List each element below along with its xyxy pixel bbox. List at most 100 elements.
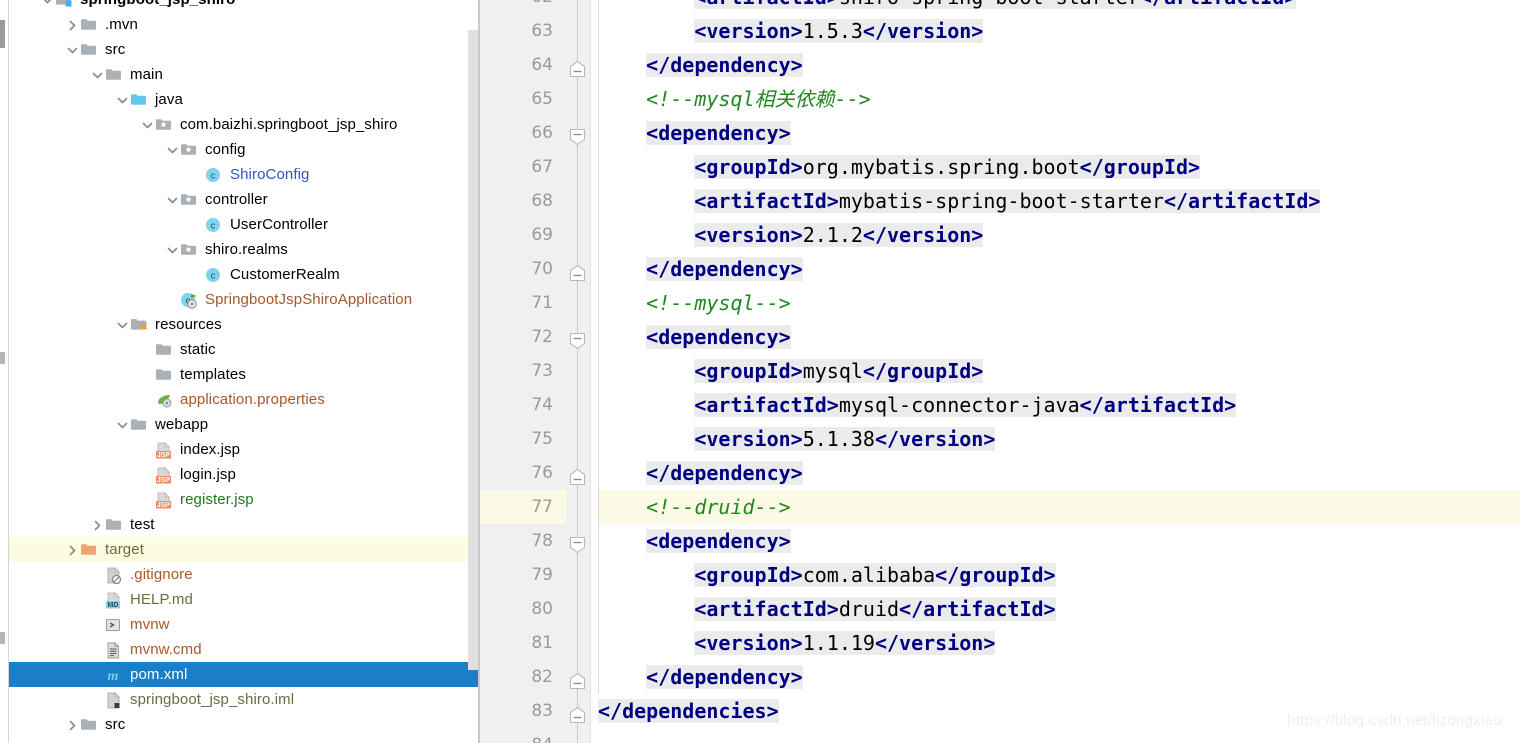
fold-gutter[interactable] xyxy=(566,252,590,286)
code-text[interactable]: <groupId>org.mybatis.spring.boot</groupI… xyxy=(598,150,1201,184)
tree-item-mvnw[interactable]: mvnw xyxy=(9,612,480,637)
editor-line[interactable]: 77 <!--druid--> xyxy=(480,490,1520,524)
fold-gutter[interactable] xyxy=(566,388,590,422)
fold-gutter[interactable] xyxy=(566,422,590,456)
chevron-down-icon[interactable] xyxy=(39,0,55,12)
code-text[interactable]: <version>2.1.2</version> xyxy=(598,218,984,252)
editor-line[interactable]: 65 <!--mysql相关依赖--> xyxy=(480,82,1520,116)
code-text[interactable]: <dependency> xyxy=(598,320,791,354)
tree-vertical-scrollbar[interactable] xyxy=(468,30,478,670)
fold-gutter[interactable] xyxy=(566,558,590,592)
editor-line[interactable]: 69 <version>2.1.2</version> xyxy=(480,218,1520,252)
tree-item-login-jsp[interactable]: JSP login.jsp xyxy=(9,462,480,487)
fold-gutter[interactable] xyxy=(566,116,590,150)
chevron-down-icon[interactable] xyxy=(64,37,80,62)
chevron-down-icon[interactable] xyxy=(164,237,180,262)
chevron-down-icon[interactable] xyxy=(164,137,180,162)
tree-item-pom-xml[interactable]: m pom.xml xyxy=(9,662,480,687)
chevron-down-icon[interactable] xyxy=(114,412,130,437)
tree-item-mvn[interactable]: .mvn xyxy=(9,12,480,37)
fold-gutter[interactable] xyxy=(566,354,590,388)
code-text[interactable]: </dependency> xyxy=(598,456,803,490)
code-text[interactable]: </dependencies> xyxy=(598,694,779,728)
tree-item-index-jsp[interactable]: JSP index.jsp xyxy=(9,437,480,462)
editor-line[interactable]: 64 </dependency> xyxy=(480,48,1520,82)
fold-gutter[interactable] xyxy=(566,660,590,694)
fold-gutter[interactable] xyxy=(566,286,590,320)
project-tree-panel[interactable]: springboot_jsp_shiro.mvnsrcmainjavacom.b… xyxy=(0,0,480,743)
tree-item-src[interactable]: src xyxy=(9,712,480,737)
chevron-down-icon[interactable] xyxy=(139,112,155,137)
fold-gutter[interactable] xyxy=(566,184,590,218)
tree-item-src[interactable]: src xyxy=(9,37,480,62)
code-text[interactable]: <artifactId>druid</artifactId> xyxy=(598,592,1056,626)
tree-item-springboot-jsp-shiro-iml[interactable]: springboot_jsp_shiro.iml xyxy=(9,687,480,712)
editor-line[interactable]: 72 <dependency> xyxy=(480,320,1520,354)
code-text[interactable]: <!--druid--> xyxy=(598,490,791,524)
fold-gutter[interactable] xyxy=(566,14,590,48)
editor-line[interactable]: 75 <version>5.1.38</version> xyxy=(480,422,1520,456)
tree-item-templates[interactable]: templates xyxy=(9,362,480,387)
code-text[interactable]: <!--mysql相关依赖--> xyxy=(598,82,871,116)
code-text[interactable]: <version>5.1.38</version> xyxy=(598,422,996,456)
editor-line[interactable]: 74 <artifactId>mysql-connector-java</art… xyxy=(480,388,1520,422)
tree-item-static[interactable]: static xyxy=(9,337,480,362)
tree-item-customerrealm[interactable]: c CustomerRealm xyxy=(9,262,480,287)
fold-gutter[interactable] xyxy=(566,218,590,252)
tree-item-gitignore[interactable]: .gitignore xyxy=(9,562,480,587)
tree-item-target[interactable]: target xyxy=(9,537,480,562)
editor-line[interactable]: 73 <groupId>mysql</groupId> xyxy=(480,354,1520,388)
tree-item-usercontroller[interactable]: c UserController xyxy=(9,212,480,237)
code-text[interactable]: <version>1.5.3</version> xyxy=(598,14,984,48)
chevron-down-icon[interactable] xyxy=(89,62,105,87)
fold-gutter[interactable] xyxy=(566,592,590,626)
fold-gutter[interactable] xyxy=(566,728,590,743)
fold-gutter[interactable] xyxy=(566,456,590,490)
project-tree-list[interactable]: springboot_jsp_shiro.mvnsrcmainjavacom.b… xyxy=(9,0,480,737)
tree-item-main[interactable]: main xyxy=(9,62,480,87)
code-text[interactable]: <groupId>com.alibaba</groupId> xyxy=(598,558,1056,592)
chevron-down-icon[interactable] xyxy=(114,87,130,112)
editor-line[interactable]: 66 <dependency> xyxy=(480,116,1520,150)
tree-item-springboot-jsp-shiro[interactable]: springboot_jsp_shiro xyxy=(9,0,480,12)
chevron-right-icon[interactable] xyxy=(89,512,105,537)
tool-window-tab-marker-bottom[interactable] xyxy=(0,632,5,644)
code-text[interactable]: <artifactId>mysql-connector-java</artifa… xyxy=(598,388,1237,422)
tree-item-resources[interactable]: resources xyxy=(9,312,480,337)
tree-item-config[interactable]: config xyxy=(9,137,480,162)
tree-item-controller[interactable]: controller xyxy=(9,187,480,212)
tree-item-shiroconfig[interactable]: c ShiroConfig xyxy=(9,162,480,187)
editor-line[interactable]: 70 </dependency> xyxy=(480,252,1520,286)
fold-gutter[interactable] xyxy=(566,490,590,524)
editor-line[interactable]: 78 <dependency> xyxy=(480,524,1520,558)
editor-line[interactable]: 76 </dependency> xyxy=(480,456,1520,490)
code-text[interactable]: <dependency> xyxy=(598,524,791,558)
tree-item-mvnw-cmd[interactable]: mvnw.cmd xyxy=(9,637,480,662)
editor-line[interactable]: 81 <version>1.1.19</version> xyxy=(480,626,1520,660)
tree-item-shiro-realms[interactable]: shiro.realms xyxy=(9,237,480,262)
editor-line[interactable]: 63 <version>1.5.3</version> xyxy=(480,14,1520,48)
tool-window-tab-marker-top[interactable] xyxy=(0,20,5,48)
code-text[interactable]: </dependency> xyxy=(598,660,803,694)
code-editor[interactable]: 62 <artifactId>shiro-spring-boot-starter… xyxy=(480,0,1520,743)
tree-item-webapp[interactable]: webapp xyxy=(9,412,480,437)
fold-gutter[interactable] xyxy=(566,150,590,184)
chevron-right-icon[interactable] xyxy=(64,12,80,37)
editor-line[interactable]: 71 <!--mysql--> xyxy=(480,286,1520,320)
tree-item-java[interactable]: java xyxy=(9,87,480,112)
fold-gutter[interactable] xyxy=(566,320,590,354)
chevron-down-icon[interactable] xyxy=(164,187,180,212)
chevron-right-icon[interactable] xyxy=(64,537,80,562)
code-text[interactable]: <groupId>mysql</groupId> xyxy=(598,354,984,388)
fold-gutter[interactable] xyxy=(566,82,590,116)
editor-line[interactable]: 68 <artifactId>mybatis-spring-boot-start… xyxy=(480,184,1520,218)
chevron-right-icon[interactable] xyxy=(64,712,80,737)
fold-gutter[interactable] xyxy=(566,694,590,728)
tool-window-tab-marker-mid[interactable] xyxy=(0,352,5,364)
code-text[interactable]: </dependency> xyxy=(598,252,803,286)
tree-item-application-properties[interactable]: application.properties xyxy=(9,387,480,412)
tree-item-help-md[interactable]: MD HELP.md xyxy=(9,587,480,612)
tree-item-com-baizhi-springboot-jsp-shiro[interactable]: com.baizhi.springboot_jsp_shiro xyxy=(9,112,480,137)
editor-line[interactable]: 80 <artifactId>druid</artifactId> xyxy=(480,592,1520,626)
editor-line[interactable]: 79 <groupId>com.alibaba</groupId> xyxy=(480,558,1520,592)
